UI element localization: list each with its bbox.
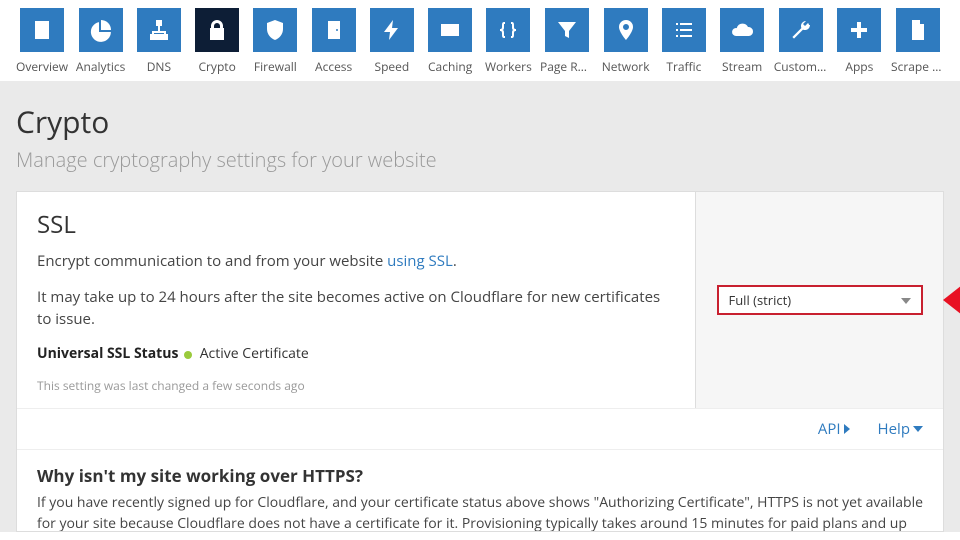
ssl-intro: Encrypt communication to and from your w… bbox=[37, 251, 675, 273]
sitemap-icon bbox=[137, 8, 181, 52]
page-subtitle: Manage cryptography settings for your we… bbox=[16, 146, 944, 173]
nav-item-caching[interactable]: Caching bbox=[425, 8, 476, 75]
wrench-icon bbox=[779, 8, 823, 52]
nav-label: Caching bbox=[428, 58, 472, 75]
nav-item-crypto[interactable]: Crypto bbox=[192, 8, 243, 75]
faq-section: Why isn't my site working over HTTPS? If… bbox=[17, 449, 943, 531]
nav-label: Apps bbox=[845, 58, 873, 75]
ssl-note: It may take up to 24 hours after the sit… bbox=[37, 287, 675, 331]
ssl-intro-post: . bbox=[453, 251, 457, 271]
plus-icon bbox=[837, 8, 881, 52]
nav-item-traffic[interactable]: Traffic bbox=[658, 8, 709, 75]
nav-item-stream[interactable]: Stream bbox=[717, 8, 768, 75]
nav-label: Access bbox=[315, 58, 352, 75]
nav-label: Speed bbox=[375, 58, 410, 75]
ssl-card-footer: API Help bbox=[17, 408, 943, 449]
top-nav: Overview Analytics DNS Crypto Firewall Access… bbox=[0, 0, 960, 81]
faq-heading: Why isn't my site working over HTTPS? bbox=[37, 464, 923, 487]
nav-label: Analytics bbox=[76, 58, 125, 75]
funnel-icon bbox=[545, 8, 589, 52]
status-dot-icon bbox=[184, 351, 192, 359]
ssl-heading: SSL bbox=[37, 208, 675, 241]
nav-label: Stream bbox=[722, 58, 762, 75]
help-link[interactable]: Help bbox=[878, 419, 923, 439]
caret-down-icon bbox=[913, 426, 923, 432]
nav-item-speed[interactable]: Speed bbox=[366, 8, 417, 75]
ssl-card-top: SSL Encrypt communication to and from yo… bbox=[17, 192, 943, 408]
ssl-status-row: Universal SSL Status Active Certificate bbox=[37, 344, 675, 363]
nav-label: Traffic bbox=[666, 58, 701, 75]
ssl-card-left: SSL Encrypt communication to and from yo… bbox=[17, 192, 695, 408]
document-icon bbox=[20, 8, 64, 52]
caret-right-icon bbox=[844, 424, 850, 434]
page-title: Crypto bbox=[16, 101, 944, 142]
content-area: Crypto Manage cryptography settings for … bbox=[0, 81, 960, 532]
using-ssl-link[interactable]: using SSL bbox=[387, 251, 453, 271]
cloud-icon bbox=[720, 8, 764, 52]
annotation-arrow bbox=[943, 278, 960, 322]
braces-icon bbox=[486, 8, 530, 52]
nav-item-analytics[interactable]: Analytics bbox=[75, 8, 126, 75]
nav-label: Firewall bbox=[254, 58, 297, 75]
ssl-status-label: Universal SSL Status bbox=[37, 344, 178, 363]
ssl-last-changed: This setting was last changed a few seco… bbox=[37, 377, 675, 394]
ssl-card-right: Full (strict) bbox=[695, 192, 943, 408]
nav-item-dns[interactable]: DNS bbox=[133, 8, 184, 75]
nav-item-overview[interactable]: Overview bbox=[16, 8, 68, 75]
ssl-intro-pre: Encrypt communication to and from your w… bbox=[37, 251, 387, 271]
nav-item-access[interactable]: Access bbox=[308, 8, 359, 75]
ssl-card: SSL Encrypt communication to and from yo… bbox=[16, 191, 944, 532]
faq-body: If you have recently signed up for Cloud… bbox=[37, 493, 923, 531]
nav-label: Page Rules bbox=[540, 58, 594, 75]
pie-icon bbox=[79, 8, 123, 52]
arrow-head-icon bbox=[943, 278, 960, 322]
pin-icon bbox=[604, 8, 648, 52]
nav-label: Overview bbox=[16, 58, 68, 75]
ssl-status-value: Active Certificate bbox=[200, 344, 309, 363]
nav-item-page-rules[interactable]: Page Rules bbox=[541, 8, 593, 75]
nav-label: Scrape S... bbox=[891, 58, 945, 75]
nav-label: Custom ... bbox=[774, 58, 828, 75]
nav-label: Network bbox=[602, 58, 650, 75]
list-icon bbox=[662, 8, 706, 52]
nav-item-scrape-s-[interactable]: Scrape S... bbox=[892, 8, 944, 75]
shield-icon bbox=[253, 8, 297, 52]
nav-item-firewall[interactable]: Firewall bbox=[250, 8, 301, 75]
door-icon bbox=[312, 8, 356, 52]
nav-label: DNS bbox=[147, 58, 171, 75]
nav-item-custom-[interactable]: Custom ... bbox=[775, 8, 827, 75]
file-icon bbox=[896, 8, 940, 52]
api-link[interactable]: API bbox=[818, 419, 850, 439]
ssl-mode-value: Full (strict) bbox=[729, 291, 792, 309]
nav-item-apps[interactable]: Apps bbox=[834, 8, 885, 75]
nav-item-network[interactable]: Network bbox=[600, 8, 651, 75]
ssl-mode-select[interactable]: Full (strict) bbox=[717, 285, 923, 315]
lock-icon bbox=[195, 8, 239, 52]
nav-item-workers[interactable]: Workers bbox=[483, 8, 534, 75]
nav-label: Crypto bbox=[198, 58, 235, 75]
card-icon bbox=[428, 8, 472, 52]
nav-label: Workers bbox=[485, 58, 532, 75]
bolt-icon bbox=[370, 8, 414, 52]
